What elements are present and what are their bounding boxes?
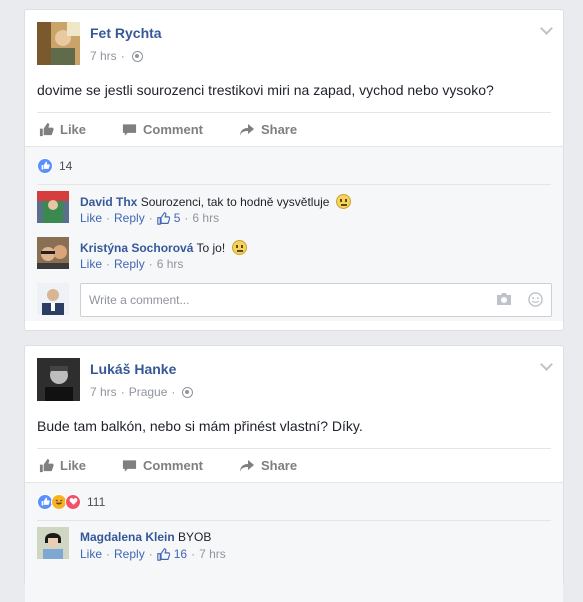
comments-section: 111 Magdalena Klein BYOB Like · Reply · … [25, 482, 563, 602]
chevron-down-icon[interactable] [540, 22, 553, 35]
comment-icon [122, 123, 137, 136]
separator: · [120, 385, 125, 399]
share-button[interactable]: Share [239, 458, 297, 473]
comment-body: Kristýna Sochorová To jo! [80, 240, 247, 255]
post-actions: Like Comment Share [37, 448, 551, 482]
avatar[interactable] [37, 527, 69, 559]
separator: · [106, 211, 111, 225]
reaction-count[interactable]: 111 [87, 495, 105, 509]
comment-text: Sourozenci, tak to hodně vysvětluje [140, 195, 330, 209]
comment-time[interactable]: 6 hrs [157, 257, 184, 271]
comment-text: To jo! [196, 241, 226, 255]
reactions-summary[interactable]: 14 [37, 147, 551, 185]
post-actions: Like Comment Share [37, 112, 551, 146]
share-label: Share [260, 458, 298, 473]
comment-item: David Thx Sourozenci, tak to hodně vysvě… [25, 185, 563, 231]
comment-item: Kristýna Sochorová To jo! Like · Reply ·… [25, 231, 563, 277]
comment-input-placeholder: Write a comment... [89, 293, 190, 307]
chevron-down-icon[interactable] [540, 358, 553, 371]
comment-reply-link[interactable]: Reply [114, 547, 145, 561]
reaction-count[interactable]: 14 [59, 159, 72, 173]
post-text: Bude tam balkón, nebo si mám přinést vla… [37, 418, 363, 434]
comment-reply-link[interactable]: Reply [114, 211, 145, 225]
confused-emoji-icon [335, 194, 351, 209]
post-header: Lukáš Hanke 7 hrs · Prague · [25, 346, 563, 402]
avatar[interactable] [37, 283, 69, 315]
post-location[interactable]: Prague [129, 385, 168, 399]
comment-like-count[interactable]: 5 [174, 211, 181, 225]
comment-actions: Like · Reply · 6 hrs [80, 257, 183, 271]
post-text: dovime se jestli sourozenci trestikovi m… [37, 82, 494, 98]
share-icon [239, 123, 254, 136]
post-author[interactable]: Lukáš Hanke [90, 361, 176, 377]
like-label: Like [60, 122, 87, 137]
thumbs-up-icon [156, 211, 170, 225]
separator: · [148, 211, 153, 225]
thumbs-up-icon [39, 122, 54, 137]
emoji-icon[interactable] [528, 292, 543, 307]
confused-emoji-icon [231, 240, 247, 255]
comment-author[interactable]: Kristýna Sochorová [80, 241, 193, 255]
separator: · [184, 211, 189, 225]
separator: · [191, 547, 196, 561]
write-comment-row: Write a comment... [25, 277, 563, 323]
comment-author[interactable]: Magdalena Klein [80, 530, 175, 544]
comment-button[interactable]: Comment [122, 458, 203, 473]
comment-label: Comment [143, 122, 203, 137]
post-card: Fet Rychta 7 hrs · dovime se jestli sour… [24, 9, 564, 331]
post-time[interactable]: 7 hrs [90, 385, 117, 399]
comment-like-link[interactable]: Like [80, 257, 102, 271]
post-card: Lukáš Hanke 7 hrs · Prague · Bude tam ba… [24, 345, 564, 602]
globe-icon [131, 50, 143, 62]
globe-icon [182, 386, 194, 398]
share-button[interactable]: Share [239, 122, 297, 137]
comment-actions: Like · Reply · 16 · 7 hrs [80, 547, 226, 561]
avatar[interactable] [37, 358, 80, 401]
comment-author[interactable]: David Thx [80, 195, 137, 209]
comment-like-link[interactable]: Like [80, 211, 102, 225]
comment-input[interactable]: Write a comment... [80, 283, 552, 317]
comment-item: Magdalena Klein BYOB Like · Reply · 16 ·… [25, 521, 563, 567]
separator: · [171, 385, 176, 399]
post-meta: 7 hrs · [90, 49, 143, 63]
camera-icon[interactable] [496, 292, 512, 306]
post-author[interactable]: Fet Rychta [90, 25, 162, 41]
like-label: Like [60, 458, 87, 473]
comment-like-count[interactable]: 16 [174, 547, 187, 561]
share-label: Share [260, 122, 298, 137]
comment-text: BYOB [178, 530, 212, 544]
comment-body: Magdalena Klein BYOB [80, 530, 211, 544]
post-meta: 7 hrs · Prague · [90, 385, 194, 399]
thumbs-up-icon [156, 547, 170, 561]
share-icon [239, 459, 254, 472]
separator: · [148, 257, 153, 271]
separator: · [106, 257, 111, 271]
avatar[interactable] [37, 237, 69, 269]
post-time[interactable]: 7 hrs [90, 49, 117, 63]
avatar[interactable] [37, 22, 80, 65]
comment-icon [122, 459, 137, 472]
like-button[interactable]: Like [39, 458, 86, 473]
post-header: Fet Rychta 7 hrs · [25, 10, 563, 66]
like-reaction-icon [37, 157, 53, 174]
comments-section: 14 David Thx Sourozenci, tak to hodně vy… [25, 146, 563, 321]
comment-button[interactable]: Comment [122, 122, 203, 137]
comment-like-link[interactable]: Like [80, 547, 102, 561]
love-reaction-icon [65, 493, 81, 510]
separator: · [106, 547, 111, 561]
thumbs-up-icon [39, 458, 54, 473]
separator: · [148, 547, 153, 561]
comment-body: David Thx Sourozenci, tak to hodně vysvě… [80, 194, 351, 209]
like-button[interactable]: Like [39, 122, 86, 137]
separator: · [120, 49, 125, 63]
comment-reply-link[interactable]: Reply [114, 257, 145, 271]
comment-label: Comment [143, 458, 203, 473]
avatar[interactable] [37, 191, 69, 223]
comment-time[interactable]: 7 hrs [199, 547, 226, 561]
comment-actions: Like · Reply · 5 · 6 hrs [80, 211, 219, 225]
reactions-summary[interactable]: 111 [37, 483, 551, 521]
comment-time[interactable]: 6 hrs [192, 211, 219, 225]
comment-input-icons [496, 292, 543, 307]
